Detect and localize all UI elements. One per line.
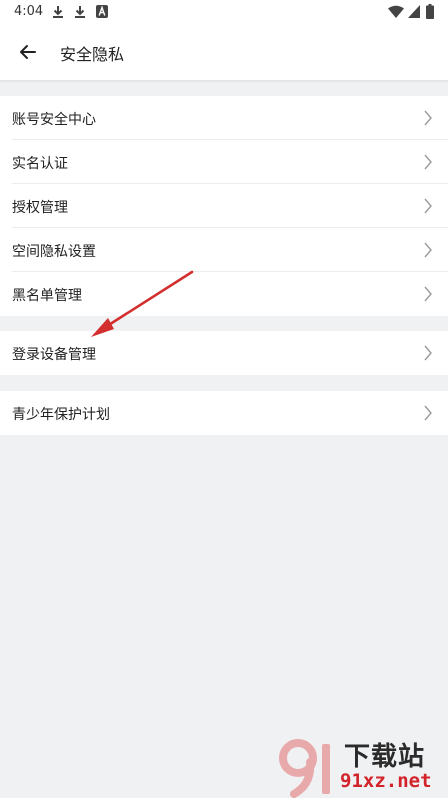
watermark: 下载站 91xz.net [276, 734, 448, 798]
menu-item-account-security-center[interactable]: 账号安全中心 [0, 96, 448, 140]
menu-item-label: 授权管理 [12, 200, 68, 216]
watermark-url: 91xz.net [340, 770, 432, 792]
battery-icon [426, 4, 434, 19]
menu-item-space-privacy-settings[interactable]: 空间隐私设置 [0, 228, 448, 272]
chevron-right-icon [424, 405, 432, 421]
menu-item-label: 实名认证 [12, 156, 68, 172]
download-icon [75, 6, 85, 18]
menu-item-blacklist-management[interactable]: 黑名单管理 [0, 272, 448, 316]
menu-item-authorization-management[interactable]: 授权管理 [0, 184, 448, 228]
menu-item-label: 空间隐私设置 [12, 244, 96, 260]
settings-group-devices: 登录设备管理 [0, 331, 448, 375]
arrow-left-icon [20, 45, 36, 59]
wifi-icon [388, 5, 404, 18]
chevron-right-icon [424, 242, 432, 258]
app-bar: 安全隐私 [0, 24, 448, 81]
download-icon [53, 6, 63, 18]
watermark-title: 下载站 [344, 742, 426, 772]
settings-group-account: 账号安全中心 实名认证 授权管理 空间隐私设置 黑名单管理 [0, 96, 448, 316]
page-title: 安全隐私 [60, 45, 125, 64]
chevron-right-icon [424, 345, 432, 361]
menu-item-youth-protection-plan[interactable]: 青少年保护计划 [0, 391, 448, 435]
chevron-right-icon [424, 286, 432, 302]
menu-item-real-name-verification[interactable]: 实名认证 [0, 140, 448, 184]
signal-icon [408, 5, 420, 18]
menu-item-label: 黑名单管理 [12, 288, 82, 304]
chevron-right-icon [424, 110, 432, 126]
text-a-icon [96, 5, 108, 18]
chevron-right-icon [424, 154, 432, 170]
back-button[interactable] [14, 38, 42, 66]
settings-group-youth: 青少年保护计划 [0, 391, 448, 435]
watermark-logo-icon [279, 739, 330, 798]
menu-item-label: 登录设备管理 [12, 347, 96, 363]
menu-item-label: 青少年保护计划 [12, 407, 110, 423]
menu-item-label: 账号安全中心 [12, 112, 96, 128]
chevron-right-icon [424, 198, 432, 214]
menu-item-login-device-management[interactable]: 登录设备管理 [0, 331, 448, 375]
status-bar: 4:04 [0, 0, 448, 24]
status-time: 4:04 [14, 4, 44, 19]
